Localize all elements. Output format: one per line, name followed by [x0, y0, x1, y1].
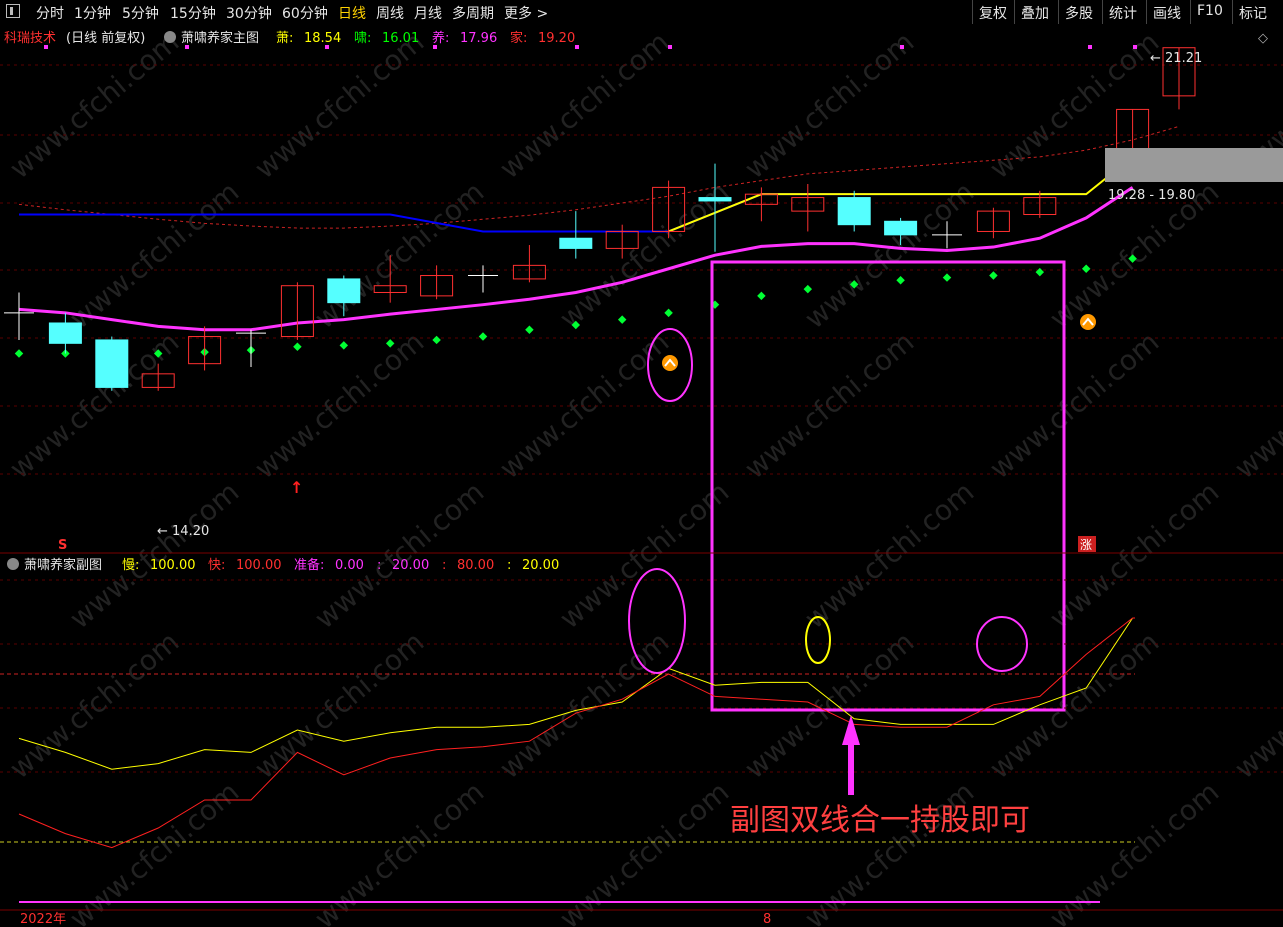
- sub-header-value-4: 80.00: [457, 558, 494, 573]
- up-arrow-icon: ↑: [290, 478, 303, 497]
- candle-body: [698, 197, 732, 202]
- up-signal-icon: [1080, 314, 1096, 330]
- sub-header-value-2: 0.00: [335, 558, 364, 573]
- price-range-label: 19.28 - 19.80: [1108, 188, 1195, 203]
- callout-text: 副图双线合一持股即可: [730, 803, 1030, 838]
- top-marker: [185, 45, 189, 49]
- main-header-value-0: 18.54: [304, 31, 341, 46]
- main-header-value-1: 16.01: [382, 31, 419, 46]
- x-axis-year: 2022年: [20, 912, 66, 927]
- stock-name: 科瑞技术: [4, 31, 56, 46]
- main-indicator-name: 萧啸养家主图: [181, 30, 259, 46]
- sub-indicator-name: 萧啸养家副图: [24, 557, 102, 573]
- sub-header-value-0: 100.00: [150, 558, 196, 573]
- sub-header-label-0: 慢:: [122, 557, 139, 573]
- x-axis-month: 8: [763, 912, 771, 927]
- zhang-signal: 涨: [1080, 537, 1092, 552]
- up-signal-icon: [662, 355, 678, 371]
- candle-body: [837, 197, 871, 226]
- price-low-label: ← 14.20: [157, 524, 209, 539]
- sub-header-label-5: :: [507, 558, 511, 573]
- sub-header-value-5: 20.00: [522, 558, 559, 573]
- price-high-label: ← 21.21: [1150, 51, 1202, 66]
- candle-body: [48, 322, 82, 344]
- main-header-label-3: 家:: [510, 30, 527, 46]
- main-header-value-2: 17.96: [460, 31, 497, 46]
- top-marker: [668, 45, 672, 49]
- candle-body: [95, 339, 129, 388]
- sub-header-label-3: :: [377, 558, 381, 573]
- main-header-label-0: 萧:: [276, 31, 293, 46]
- main-header-label-1: 啸:: [354, 31, 371, 46]
- price-range-band: [1105, 148, 1283, 182]
- sub-header-value-1: 100.00: [236, 558, 282, 573]
- top-marker: [44, 45, 48, 49]
- sub-header-value-3: 20.00: [392, 558, 429, 573]
- top-marker: [1088, 45, 1092, 49]
- sub-indicator-toggle-icon[interactable]: [7, 558, 19, 570]
- stock-mode: (日线 前复权): [66, 30, 145, 46]
- candle-body: [327, 278, 361, 304]
- indicator-toggle-icon[interactable]: [164, 31, 176, 43]
- top-marker: [900, 45, 904, 49]
- top-marker: [575, 45, 579, 49]
- top-marker: [1133, 45, 1137, 49]
- chart-canvas: www.cfchi.com www.cfchi.com www.cfchi.com w…: [0, 24, 1283, 927]
- expand-icon[interactable]: ◇: [1258, 31, 1268, 46]
- main-header-value-3: 19.20: [538, 31, 575, 46]
- main-header-label-2: 养:: [432, 30, 449, 46]
- top-marker: [325, 45, 329, 49]
- sell-signal: S: [58, 538, 67, 553]
- sub-header-label-2: 准备:: [294, 557, 324, 573]
- candle-body: [884, 220, 918, 236]
- sub-header-label-4: :: [442, 558, 446, 573]
- top-marker: [433, 45, 437, 49]
- sub-header-label-1: 快:: [208, 558, 225, 573]
- candle-body: [559, 237, 593, 249]
